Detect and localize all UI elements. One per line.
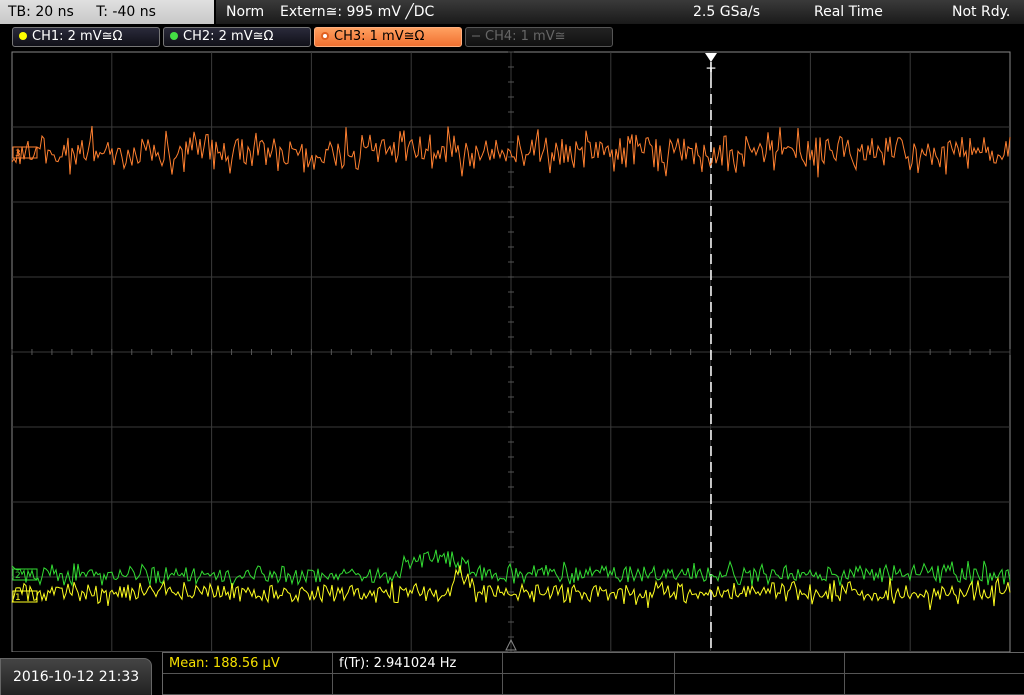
trigger-time-label: T: -40 ns bbox=[96, 4, 156, 20]
ch1-dot-icon bbox=[19, 32, 27, 40]
waveform-display[interactable]: T 3 2 1 bbox=[0, 48, 1024, 652]
bottom-bar: 2016-10-12 21:33 Mean: 188.56 µV f(Tr): … bbox=[0, 652, 1024, 695]
tab-ch3[interactable]: CH3: 1 mV≅Ω bbox=[314, 27, 462, 47]
measurement-slot-7[interactable] bbox=[333, 674, 503, 695]
ch3-dot-icon bbox=[321, 32, 329, 40]
measurement-row bbox=[163, 674, 1024, 695]
measurement-slot-4[interactable] bbox=[675, 653, 845, 674]
ch3-label: CH3: 1 mV≅Ω bbox=[334, 29, 425, 44]
svg-text:2: 2 bbox=[15, 571, 21, 581]
trigger-marker-label: T bbox=[706, 66, 716, 82]
datetime-box[interactable]: 2016-10-12 21:33 bbox=[0, 658, 152, 695]
measurement-slot-6[interactable] bbox=[163, 674, 333, 695]
measurement-slot-10[interactable] bbox=[845, 674, 1024, 695]
ch1-label: CH1: 2 mV≅Ω bbox=[32, 29, 123, 44]
mean-measurement[interactable]: Mean: 188.56 µV bbox=[163, 653, 333, 674]
tab-ch2[interactable]: CH2: 2 mV≅Ω bbox=[163, 27, 311, 47]
sample-rate[interactable]: 2.5 GSa/s bbox=[693, 0, 760, 24]
measurement-slot-9[interactable] bbox=[675, 674, 845, 695]
run-status: Not Rdy. bbox=[952, 4, 1011, 20]
svg-text:1: 1 bbox=[15, 593, 21, 603]
trigger-source[interactable]: Extern≅: 995 mV ╱DC bbox=[280, 0, 434, 24]
svg-text:3: 3 bbox=[15, 149, 21, 159]
tab-ch4[interactable]: CH4: 1 mV≅ bbox=[465, 27, 613, 47]
status-bar: TB: 20 ns T: -40 ns Norm Extern≅: 995 mV… bbox=[0, 0, 1024, 24]
timebase-label: TB: 20 ns bbox=[8, 4, 74, 20]
measurement-slot-3[interactable] bbox=[503, 653, 675, 674]
ch2-dot-icon bbox=[170, 32, 178, 40]
tab-ch1[interactable]: CH1: 2 mV≅Ω bbox=[12, 27, 160, 47]
ch4-label: CH4: 1 mV≅ bbox=[485, 29, 566, 44]
waveform-graticule: T 3 2 1 bbox=[11, 51, 1011, 652]
ch4-dash-icon bbox=[472, 35, 480, 37]
measurement-slot-8[interactable] bbox=[503, 674, 675, 695]
acquisition-strip[interactable]: Norm Extern≅: 995 mV ╱DC 2.5 GSa/s Real … bbox=[216, 0, 1024, 24]
frequency-measurement[interactable]: f(Tr): 2.941024 Hz bbox=[333, 653, 503, 674]
channel-tabs: CH1: 2 mV≅Ω CH2: 2 mV≅Ω CH3: 1 mV≅Ω CH4:… bbox=[0, 26, 1024, 48]
acquisition-mode[interactable]: Real Time bbox=[814, 0, 883, 24]
datetime-label: 2016-10-12 21:33 bbox=[13, 669, 140, 685]
ch2-label: CH2: 2 mV≅Ω bbox=[183, 29, 274, 44]
measurement-table[interactable]: Mean: 188.56 µV f(Tr): 2.941024 Hz bbox=[162, 652, 1024, 695]
measurement-row: Mean: 188.56 µV f(Tr): 2.941024 Hz bbox=[163, 653, 1024, 674]
trigger-mode[interactable]: Norm bbox=[226, 0, 264, 24]
measurement-slot-5[interactable] bbox=[845, 653, 1024, 674]
timebase-box[interactable]: TB: 20 ns T: -40 ns bbox=[0, 0, 214, 24]
